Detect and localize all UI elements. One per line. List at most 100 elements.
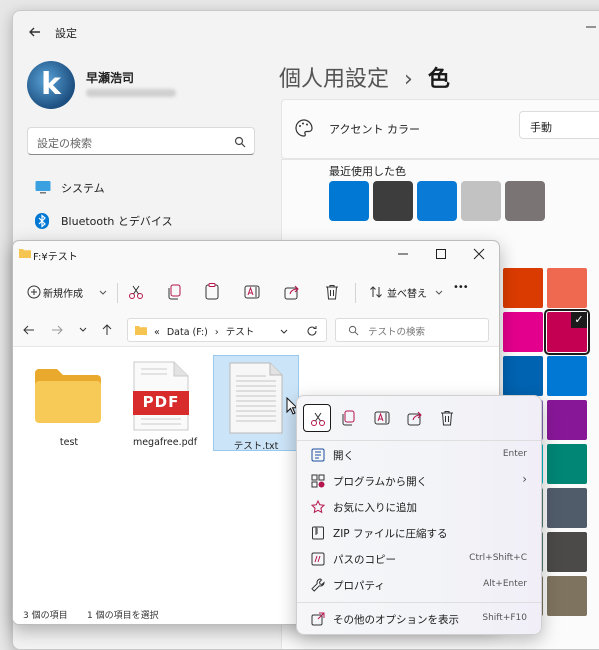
item-count: 3 個の項目: [23, 611, 68, 621]
accent-color-swatch[interactable]: [547, 400, 587, 440]
wrench-icon: [311, 578, 325, 592]
minimize-icon[interactable]: [396, 247, 410, 261]
menu-item-properties[interactable]: プロパティ Alt+Enter: [301, 572, 539, 598]
copy-button[interactable]: [161, 279, 187, 305]
share-button[interactable]: [401, 404, 429, 432]
recent-color-swatch[interactable]: [461, 181, 501, 221]
rename-icon: [374, 411, 390, 425]
accent-color-label: アクセント カラー: [329, 123, 420, 136]
recent-color-swatch[interactable]: [373, 181, 413, 221]
accent-color-swatch[interactable]: ✓: [544, 309, 590, 355]
minimize-icon[interactable]: [585, 21, 597, 33]
plus-circle-icon: [27, 285, 41, 299]
maximize-icon[interactable]: [434, 247, 448, 261]
share-button[interactable]: [279, 279, 305, 305]
menu-item-more-options[interactable]: その他のオプションを表示 Shift+F10: [301, 606, 539, 632]
cut-button[interactable]: [303, 404, 331, 432]
copy-icon: [168, 284, 181, 300]
divider: [297, 602, 541, 603]
file-item-folder[interactable]: test: [27, 355, 111, 451]
trash-icon: [441, 411, 453, 426]
breadcrumb-current[interactable]: テスト: [226, 327, 255, 338]
user-email-blurred: [86, 89, 176, 97]
delete-button[interactable]: [319, 279, 345, 305]
sidebar-item-label: システム: [61, 182, 105, 195]
menu-item-open[interactable]: 開く Enter: [301, 442, 539, 468]
menu-item-compress-zip[interactable]: ZIP ファイルに圧縮する: [301, 520, 539, 546]
sidebar-item-label: Bluetooth とデバイス: [61, 215, 173, 228]
accent-mode-dropdown[interactable]: 手動: [519, 111, 599, 139]
copy-path-icon: [311, 552, 325, 566]
recent-color-swatch[interactable]: [417, 181, 457, 221]
menu-item-add-favorite[interactable]: お気に入りに追加: [301, 494, 539, 520]
pdf-badge: PDF: [142, 393, 180, 411]
text-file-icon: [229, 362, 283, 434]
accent-color-swatch[interactable]: [547, 488, 587, 528]
search-icon: [348, 325, 359, 336]
chevron-down-icon: [99, 290, 107, 295]
menu-item-open-with[interactable]: プログラムから開く ›: [301, 468, 539, 494]
rename-button[interactable]: [239, 279, 265, 305]
bluetooth-icon: [35, 213, 49, 229]
refresh-icon[interactable]: [306, 325, 318, 337]
command-bar: 新規作成 並べ替え •••: [13, 273, 499, 313]
search-icon: [234, 136, 246, 148]
delete-button[interactable]: [434, 404, 462, 432]
star-icon: [311, 500, 325, 514]
menu-item-copy-path[interactable]: パスのコピー Ctrl+Shift+C: [301, 546, 539, 572]
trash-icon: [326, 285, 338, 300]
share-icon: [407, 411, 422, 426]
paste-icon: [205, 283, 219, 300]
recent-locations-chevron-icon[interactable]: [79, 327, 87, 332]
accent-color-swatch[interactable]: [547, 532, 587, 572]
rename-icon: [244, 285, 260, 299]
folder-icon: [35, 369, 101, 423]
share-icon: [284, 285, 299, 300]
chevron-down-icon[interactable]: [280, 329, 288, 334]
accent-color-swatch[interactable]: [547, 576, 587, 616]
back-arrow-icon[interactable]: [27, 24, 43, 40]
accent-color-swatch[interactable]: [547, 268, 587, 308]
chevron-down-icon: [435, 290, 443, 295]
avatar[interactable]: k: [27, 61, 75, 109]
close-icon[interactable]: [472, 247, 486, 261]
sidebar-item-bluetooth[interactable]: Bluetooth とデバイス: [27, 205, 267, 235]
selected-count: 1 個の項目を選択: [87, 611, 159, 621]
zip-icon: [312, 526, 324, 540]
copy-button[interactable]: [335, 404, 363, 432]
address-bar[interactable]: « Data (F:) › テスト: [127, 318, 327, 342]
sort-button[interactable]: 並べ替え: [365, 279, 445, 305]
breadcrumb-parent[interactable]: Data (F:): [167, 327, 208, 338]
accent-color-swatch[interactable]: [503, 312, 543, 352]
recent-color-swatch[interactable]: [505, 181, 545, 221]
explorer-search-input[interactable]: テストの検索: [335, 318, 489, 342]
accent-color-swatch[interactable]: [503, 356, 543, 396]
accent-color-swatch[interactable]: [547, 356, 587, 396]
rename-button[interactable]: [368, 404, 396, 432]
breadcrumb-parent[interactable]: 個人用設定: [279, 67, 389, 92]
breadcrumb: « Data (F:) › テスト: [154, 327, 255, 338]
back-arrow-icon[interactable]: [23, 324, 35, 336]
more-options-button[interactable]: •••: [453, 282, 469, 293]
up-arrow-icon[interactable]: [101, 324, 113, 336]
forward-arrow-icon[interactable]: [51, 324, 63, 336]
file-name: test: [59, 437, 79, 448]
scissors-icon: [311, 412, 325, 426]
accent-color-swatch[interactable]: [503, 268, 543, 308]
breadcrumb-separator: ›: [404, 67, 413, 92]
search-placeholder: 設定の検索: [37, 137, 92, 150]
submenu-chevron-icon: ›: [522, 472, 527, 486]
scissors-icon: [129, 285, 143, 299]
sidebar-item-system[interactable]: システム: [27, 172, 267, 202]
accent-color-swatch[interactable]: [547, 444, 587, 484]
breadcrumb-current: 色: [427, 67, 450, 92]
recent-color-swatch[interactable]: [329, 181, 369, 221]
settings-search-input[interactable]: 設定の検索: [27, 127, 255, 155]
file-item-pdf[interactable]: PDF megafree.pdf: [123, 355, 207, 451]
paste-button[interactable]: [199, 279, 225, 305]
palette-icon: [295, 119, 313, 137]
file-name: テスト.txt: [233, 441, 279, 452]
cut-button[interactable]: [123, 279, 149, 305]
new-button[interactable]: 新規作成: [19, 279, 109, 305]
recent-colors-label: 最近使用した色: [329, 165, 406, 178]
